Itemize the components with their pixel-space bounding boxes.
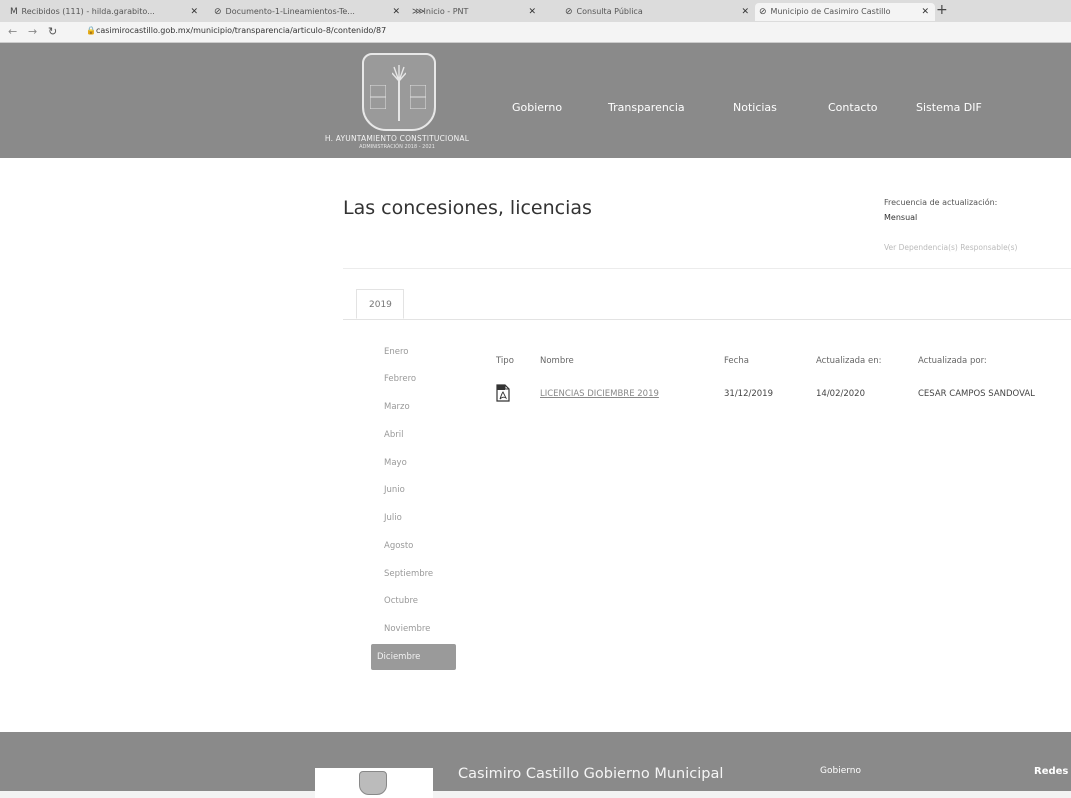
close-icon[interactable]: ✕	[741, 3, 749, 21]
footer-logo[interactable]	[315, 768, 433, 798]
tab-label: Consulta Pública	[576, 7, 643, 16]
nav-transparencia[interactable]: Transparencia	[608, 101, 685, 114]
shield-quarter-icon	[410, 85, 426, 109]
tab-label: Municipio de Casimiro Castillo	[770, 7, 891, 16]
month-item[interactable]: Mayo	[384, 458, 407, 468]
new-tab-button[interactable]: +	[936, 2, 948, 18]
logo-caption: H. AYUNTAMIENTO CONSTITUCIONAL	[324, 134, 470, 143]
forward-icon[interactable]: →	[28, 25, 37, 38]
month-item[interactable]: Octubre	[384, 596, 418, 606]
close-icon[interactable]: ✕	[190, 3, 198, 21]
nav-contacto[interactable]: Contacto	[828, 101, 878, 114]
pnt-icon: ⋙	[412, 7, 425, 17]
month-item[interactable]: Abril	[384, 430, 403, 440]
col-header-tipo: Tipo	[496, 356, 514, 366]
url-field[interactable]: casimirocastillo.gob.mx/municipio/transp…	[96, 26, 386, 35]
document-updated-by: CESAR CAMPOS SANDOVAL	[918, 389, 1035, 399]
document-link[interactable]: LICENCIAS DICIEMBRE 2019	[540, 389, 659, 399]
globe-icon: ⊘	[565, 7, 573, 17]
month-item[interactable]: Agosto	[384, 541, 413, 551]
footer-gobierno-heading: Gobierno	[820, 766, 861, 776]
tab-underline	[343, 319, 1071, 320]
nav-sistema-dif[interactable]: Sistema DIF	[916, 101, 982, 114]
month-item[interactable]: Julio	[384, 513, 402, 523]
nav-noticias[interactable]: Noticias	[733, 101, 777, 114]
month-item[interactable]: Marzo	[384, 402, 410, 412]
reload-icon[interactable]: ↻	[48, 25, 57, 38]
month-item[interactable]: Junio	[384, 485, 405, 495]
lock-icon: 🔒	[86, 26, 96, 35]
tab-year-2019[interactable]: 2019	[356, 289, 404, 319]
close-icon[interactable]: ✕	[392, 3, 400, 21]
col-header-actualizada-por: Actualizada por:	[918, 356, 987, 366]
month-item[interactable]: Febrero	[384, 374, 416, 384]
document-updated-on: 14/02/2020	[816, 389, 865, 399]
nav-gobierno[interactable]: Gobierno	[512, 101, 562, 114]
palm-tree-icon	[392, 65, 406, 121]
month-item[interactable]: Enero	[384, 347, 409, 357]
browser-tab-documento[interactable]: ⊘ Documento-1-Lineamientos-Te... ✕	[210, 3, 406, 21]
close-icon[interactable]: ✕	[518, 3, 542, 21]
footer-title: Casimiro Castillo Gobierno Municipal	[458, 766, 724, 782]
logo-subcaption: ADMINISTRACIÓN 2018 - 2021	[359, 144, 435, 150]
col-header-nombre: Nombre	[540, 356, 574, 366]
page-title: Las concesiones, licencias	[343, 197, 592, 219]
frequency-label: Frecuencia de actualización:	[884, 198, 998, 207]
month-item[interactable]: Noviembre	[384, 624, 430, 634]
dependencies-link[interactable]: Ver Dependencia(s) Responsable(s)	[884, 243, 1017, 252]
back-icon[interactable]: ←	[8, 25, 17, 38]
browser-tab-consulta[interactable]: ⊘ Consulta Pública ✕	[561, 3, 755, 21]
tab-label: Documento-1-Lineamientos-Te...	[225, 7, 355, 16]
col-header-fecha: Fecha	[724, 356, 749, 366]
close-icon[interactable]: ✕	[921, 3, 929, 21]
month-item-active[interactable]: Diciembre	[371, 644, 456, 670]
month-item[interactable]: Septiembre	[384, 569, 433, 579]
site-footer: Casimiro Castillo Gobierno Municipal Gob…	[0, 732, 1071, 798]
site-header: H. AYUNTAMIENTO CONSTITUCIONAL ADMINISTR…	[0, 43, 1071, 158]
browser-tab-municipio[interactable]: ⊘ Municipio de Casimiro Castillo ✕	[755, 3, 935, 21]
document-date: 31/12/2019	[724, 389, 773, 399]
municipal-seal-icon	[359, 771, 387, 795]
browser-tab-bar: M Recibidos (111) - hilda.garabito... ✕ …	[0, 0, 1071, 22]
globe-icon: ⊘	[759, 7, 767, 17]
browser-tab-gmail[interactable]: M Recibidos (111) - hilda.garabito... ✕	[6, 3, 204, 21]
pdf-icon[interactable]	[496, 384, 510, 402]
shield-quarter-icon	[370, 85, 386, 109]
globe-icon: ⊘	[214, 7, 222, 17]
col-header-actualizada-en: Actualizada en:	[816, 356, 882, 366]
main-content: Las concesiones, licencias Frecuencia de…	[0, 158, 1071, 732]
gmail-icon: M	[10, 7, 18, 17]
footer-redes-heading: Redes	[1034, 766, 1069, 777]
browser-tab-pnt[interactable]: ⋙ Inicio - PNT	[408, 3, 522, 21]
divider	[343, 268, 1071, 269]
tab-label: Recibidos (111) - hilda.garabito...	[21, 7, 155, 16]
municipal-seal-logo[interactable]	[362, 53, 436, 131]
tab-label: Inicio - PNT	[423, 7, 469, 16]
address-bar: ← → ↻ 🔒 casimirocastillo.gob.mx/municipi…	[0, 22, 1071, 43]
frequency-value: Mensual	[884, 213, 918, 222]
